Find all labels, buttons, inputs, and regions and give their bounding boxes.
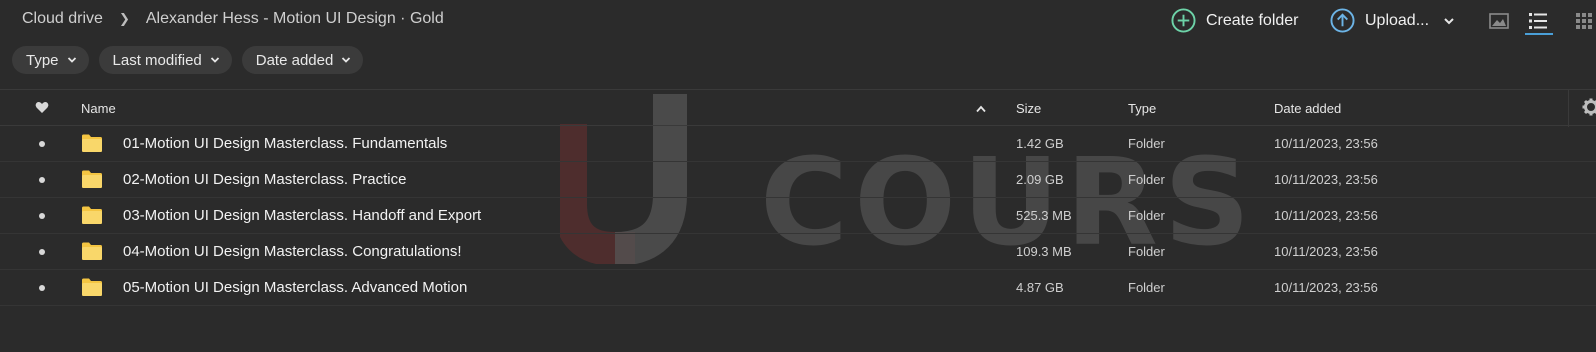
breadcrumb: Cloud drive ❯ Alexander Hess - Motion UI… <box>22 10 444 28</box>
heart-icon[interactable] <box>35 101 49 117</box>
row-size: 109.3 MB <box>1016 244 1072 259</box>
row-date: 10/11/2023, 23:56 <box>1274 280 1378 295</box>
upload-arrow-icon <box>1330 8 1355 33</box>
filter-date-added[interactable]: Date added <box>241 46 364 74</box>
cloud-drive-page: Cloud drive ❯ Alexander Hess - Motion UI… <box>0 0 1596 352</box>
row-type: Folder <box>1128 136 1165 151</box>
column-header-type[interactable]: Type <box>1128 101 1156 116</box>
chevron-down-icon <box>1444 17 1454 24</box>
table-row[interactable]: 05-Motion UI Design Masterclass. Advance… <box>0 270 1596 306</box>
row-name: 03-Motion UI Design Masterclass. Handoff… <box>123 207 482 224</box>
row-date: 10/11/2023, 23:56 <box>1274 136 1378 151</box>
row-date: 10/11/2023, 23:56 <box>1274 208 1378 223</box>
sort-ascending-icon[interactable] <box>976 101 986 116</box>
thumbnail-view-icon[interactable] <box>1488 10 1510 32</box>
row-type: Folder <box>1128 280 1165 295</box>
bullet-icon <box>39 141 45 147</box>
chevron-right-icon: ❯ <box>118 11 130 26</box>
row-size: 2.09 GB <box>1016 172 1064 187</box>
row-name: 02-Motion UI Design Masterclass. Practic… <box>123 171 407 188</box>
row-size: 525.3 MB <box>1016 208 1072 223</box>
row-size: 4.87 GB <box>1016 280 1064 295</box>
folder-icon <box>82 170 102 188</box>
file-table: Name Size Type Date added 01-Motion UI D… <box>0 89 1596 306</box>
gear-icon[interactable] <box>1582 98 1596 119</box>
breadcrumb-current: Alexander Hess - Motion UI Design · Gold <box>145 10 444 27</box>
row-name: 01-Motion UI Design Masterclass. Fundame… <box>123 135 448 152</box>
bullet-icon <box>39 177 45 183</box>
top-bar: Cloud drive ❯ Alexander Hess - Motion UI… <box>0 0 1596 40</box>
column-header-date-added[interactable]: Date added <box>1274 101 1341 116</box>
column-divider <box>1568 90 1569 127</box>
bullet-icon <box>39 249 45 255</box>
column-header-name[interactable]: Name <box>81 101 116 116</box>
row-type: Folder <box>1128 172 1165 187</box>
table-row[interactable]: 04-Motion UI Design Masterclass. Congrat… <box>0 234 1596 270</box>
filter-type[interactable]: Type <box>12 46 89 74</box>
chevron-down-icon <box>67 57 76 63</box>
folder-icon <box>82 278 102 296</box>
bullet-icon <box>39 213 45 219</box>
create-folder-button[interactable]: Create folder <box>1171 8 1299 33</box>
breadcrumb-root[interactable]: Cloud drive <box>22 10 103 28</box>
filter-bar: Type Last modified Date added <box>12 46 373 74</box>
table-header: Name Size Type Date added <box>0 89 1596 127</box>
table-row[interactable]: 02-Motion UI Design Masterclass. Practic… <box>0 162 1596 198</box>
chevron-down-icon <box>210 57 219 63</box>
upload-label: Upload... <box>1365 11 1430 29</box>
row-date: 10/11/2023, 23:56 <box>1274 172 1378 187</box>
filter-type-label: Type <box>26 51 59 69</box>
chevron-down-icon <box>342 57 351 63</box>
row-type: Folder <box>1128 208 1165 223</box>
upload-button[interactable]: Upload... <box>1330 8 1455 33</box>
row-size: 1.42 GB <box>1016 136 1064 151</box>
grid-view-icon[interactable] <box>1573 10 1595 32</box>
create-folder-label: Create folder <box>1206 11 1299 29</box>
plus-circle-icon <box>1171 8 1196 33</box>
row-name: 05-Motion UI Design Masterclass. Advance… <box>123 279 468 296</box>
filter-date-added-label: Date added <box>255 51 334 69</box>
folder-icon <box>82 242 102 260</box>
folder-icon <box>82 206 102 224</box>
active-view-indicator <box>1525 33 1553 35</box>
column-header-size[interactable]: Size <box>1016 101 1041 116</box>
bullet-icon <box>39 285 45 291</box>
filter-last-modified-label: Last modified <box>112 51 202 69</box>
row-name: 04-Motion UI Design Masterclass. Congrat… <box>123 243 462 260</box>
row-type: Folder <box>1128 244 1165 259</box>
folder-icon <box>82 134 102 152</box>
table-row[interactable]: 01-Motion UI Design Masterclass. Fundame… <box>0 126 1596 162</box>
list-view-icon[interactable] <box>1527 10 1549 32</box>
table-row[interactable]: 03-Motion UI Design Masterclass. Handoff… <box>0 198 1596 234</box>
row-date: 10/11/2023, 23:56 <box>1274 244 1378 259</box>
filter-last-modified[interactable]: Last modified <box>98 46 232 74</box>
